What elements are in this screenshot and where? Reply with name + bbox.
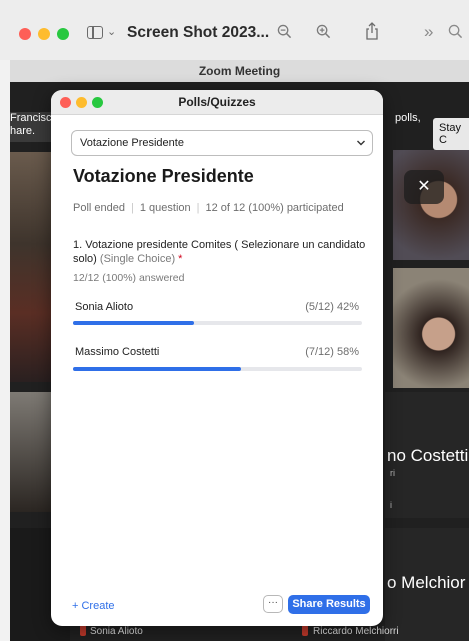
muted-mic-icon — [302, 625, 308, 636]
participant-name: o Melchior — [387, 573, 466, 592]
required-mark: * — [178, 253, 183, 265]
result-bar-fill — [73, 321, 195, 325]
participant-name: i — [390, 500, 392, 510]
polls-window: Polls/Quizzes Votazione Presidente Votaz… — [51, 90, 383, 626]
participant-name: no Costetti — [387, 446, 469, 465]
poll-participation: 12 of 12 (100%) participated — [205, 202, 344, 214]
preview-toolbar: ⌄ Screen Shot 2023... » — [0, 0, 469, 61]
participant-name: Sonia Alioto — [90, 626, 143, 637]
poll-meta: Poll ended | 1 question | 12 of 12 (100%) pa… — [73, 202, 344, 214]
poll-selector-value: Votazione Presidente — [80, 137, 184, 149]
polls-window-title: Polls/Quizzes — [178, 95, 256, 109]
poll-status: Poll ended — [73, 202, 125, 214]
zoom-window-title: Zoom Meeting — [198, 64, 281, 78]
question-text: 1. Votazione presidente Comites ( Selezi… — [73, 238, 369, 266]
video-tile — [393, 150, 469, 260]
muted-mic-icon — [80, 625, 86, 636]
zoom-in-icon[interactable] — [316, 24, 331, 39]
participant-name: ri — [390, 468, 395, 478]
divider: | — [196, 202, 200, 214]
option-count: (5/12) 42% — [305, 301, 359, 313]
zoom-titlebar: Zoom Meeting — [10, 60, 469, 82]
share-icon[interactable] — [365, 22, 379, 40]
result-bar-fill — [73, 367, 241, 371]
option-label: Massimo Costetti — [75, 346, 160, 358]
participant-name: Riccardo Melchiorri — [313, 626, 399, 637]
close-window-button[interactable] — [19, 28, 31, 40]
result-bar — [73, 321, 362, 325]
polls-titlebar: Polls/Quizzes — [51, 90, 383, 115]
question-type: (Single Choice) — [99, 253, 176, 265]
more-options-button[interactable]: ··· — [263, 595, 283, 613]
sidebar-toggle-icon[interactable] — [87, 26, 103, 39]
close-icon[interactable]: ✕ — [404, 170, 444, 204]
chevron-down-icon[interactable]: ⌄ — [107, 25, 116, 38]
preview-margin — [0, 60, 10, 641]
minimize-window-button[interactable] — [38, 28, 50, 40]
poll-question-count: 1 question — [139, 202, 191, 214]
share-results-button[interactable]: Share Results — [288, 595, 370, 614]
more-toolbar-icon[interactable]: » — [424, 22, 433, 42]
result-bar — [73, 367, 362, 371]
divider: | — [131, 202, 134, 214]
chevron-down-icon — [357, 140, 365, 146]
notification-banner-left: Francisco hare. — [10, 112, 54, 142]
poll-selector[interactable]: Votazione Presidente — [71, 130, 373, 156]
zoom-out-icon[interactable] — [277, 24, 292, 39]
stay-button[interactable]: Stay C — [433, 118, 469, 150]
search-icon[interactable] — [448, 24, 463, 39]
option-count: (7/12) 58% — [305, 346, 359, 358]
zoom-window-button[interactable] — [57, 28, 69, 40]
option-label: Sonia Alioto — [75, 301, 134, 313]
banner-text: polls, — [395, 112, 421, 124]
document-title: Screen Shot 2023... — [127, 24, 270, 41]
video-tile — [393, 268, 469, 388]
answered-count: 12/12 (100%) answered — [73, 272, 185, 284]
notification-banner-right: polls, Stay C — [385, 112, 469, 150]
create-button[interactable]: + Create — [72, 600, 115, 612]
poll-title: Votazione Presidente — [73, 166, 254, 186]
